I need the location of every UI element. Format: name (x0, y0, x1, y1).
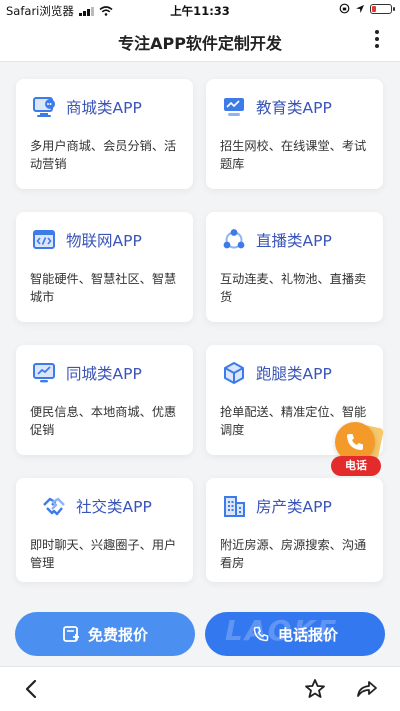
more-icon[interactable] (374, 30, 380, 48)
card-education-app[interactable]: 教育类APP 招生网校、在线课堂、考试题库 (206, 79, 383, 189)
card-desc: 即时聊天、兴趣圈子、用户管理 (30, 538, 177, 570)
phone-quote-button[interactable]: LAOKE 电话报价 (205, 612, 385, 656)
cube-box-icon (220, 359, 248, 387)
card-desc: 互动连麦、礼物池、直播卖货 (220, 272, 367, 304)
building-icon (220, 492, 248, 520)
card-desc: 附近房源、房源搜索、沟通看房 (220, 538, 367, 570)
monitor-chart-icon (30, 359, 58, 387)
float-call-button[interactable]: 电话 (329, 422, 385, 478)
battery-icon (370, 3, 395, 14)
card-iot-app[interactable]: 物联网APP 智能硬件、智慧社区、智慧城市 (16, 212, 193, 322)
card-desc: 智能硬件、智慧社区、智慧城市 (30, 272, 177, 304)
watermark-logo: LAOKE (225, 614, 339, 647)
free-quote-button[interactable]: 免费报价 (15, 612, 195, 656)
free-quote-label: 免费报价 (87, 625, 148, 644)
card-shop-app[interactable]: 商城类APP 多用户商城、会员分销、活动营销 (16, 79, 193, 189)
card-title: 同城类APP (66, 365, 142, 383)
float-call-label: 电话 (331, 456, 381, 476)
card-desc: 便民信息、本地商城、优惠促销 (30, 405, 177, 437)
status-right (339, 3, 395, 14)
browser-nav-bar (0, 666, 400, 711)
card-title: 商城类APP (66, 99, 142, 117)
card-title: 社交类APP (76, 498, 152, 516)
star-icon[interactable] (303, 677, 327, 701)
card-desc: 多用户商城、会员分销、活动营销 (30, 139, 177, 171)
handshake-icon (40, 492, 68, 520)
card-live-app[interactable]: 直播类APP 互动连麦、礼物池、直播卖货 (206, 212, 383, 322)
network-nodes-icon (220, 226, 248, 254)
back-icon[interactable] (20, 677, 44, 701)
rotation-lock-icon (339, 3, 350, 14)
monitor-chat-icon (30, 93, 58, 121)
card-social-app[interactable]: 社交类APP 即时聊天、兴趣圈子、用户管理 (16, 478, 193, 582)
share-icon[interactable] (355, 677, 379, 701)
status-bar: Safari浏览器 上午11:33 (0, 0, 400, 20)
card-local-app[interactable]: 同城类APP 便民信息、本地商城、优惠促销 (16, 345, 193, 455)
quote-doc-icon (63, 626, 79, 642)
card-realestate-app[interactable]: 房产类APP 附近房源、房源搜索、沟通看房 (206, 478, 383, 582)
card-title: 直播类APP (256, 232, 332, 250)
title-bar: 专注APP软件定制开发 (0, 20, 400, 62)
page-title: 专注APP软件定制开发 (118, 34, 282, 53)
card-title: 教育类APP (256, 99, 332, 117)
card-title: 物联网APP (66, 232, 142, 250)
card-title: 跑腿类APP (256, 365, 332, 383)
bottom-action-bar: 免费报价 LAOKE 电话报价 (0, 600, 400, 666)
card-title: 房产类APP (256, 498, 332, 516)
location-icon (356, 4, 364, 13)
card-desc: 招生网校、在线课堂、考试题库 (220, 139, 367, 171)
classroom-board-icon (220, 93, 248, 121)
code-window-icon (30, 226, 58, 254)
